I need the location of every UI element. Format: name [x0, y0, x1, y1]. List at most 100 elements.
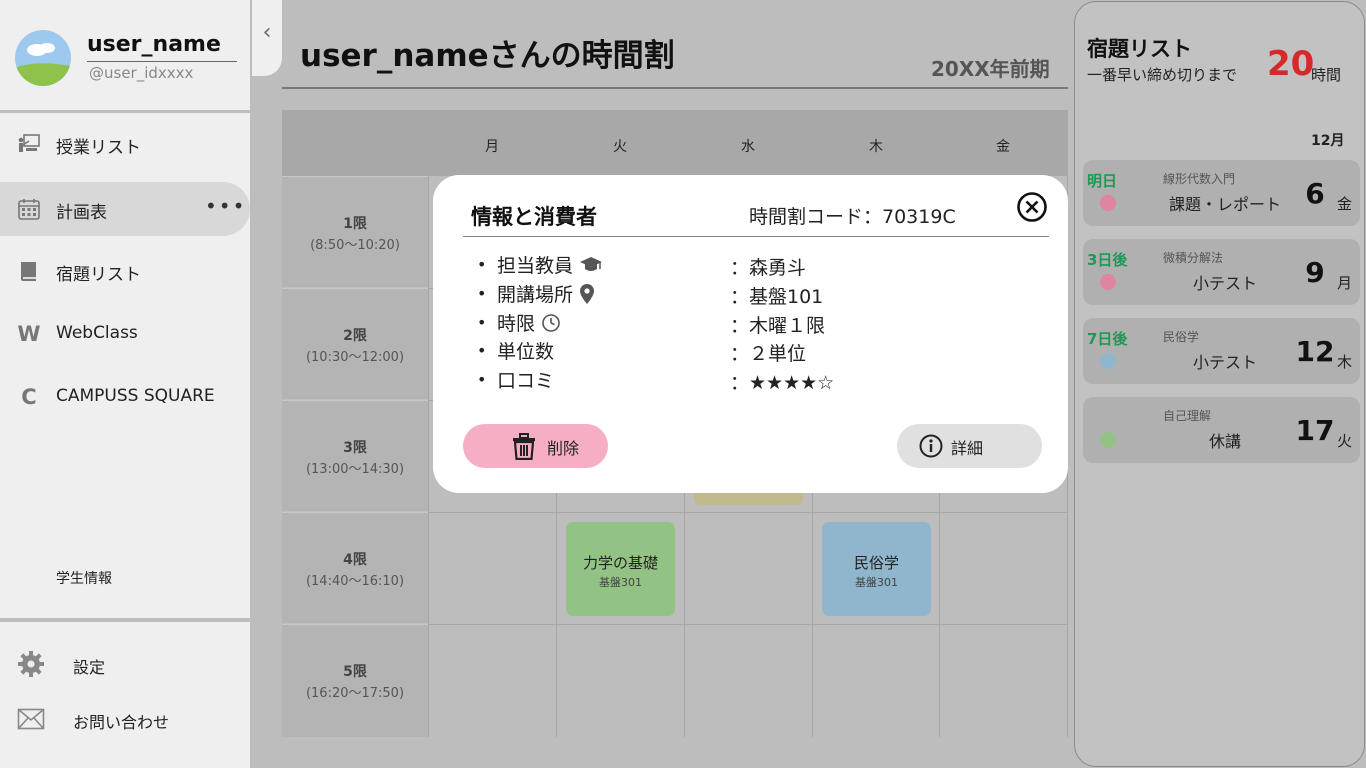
class-name: 民俗学	[853, 554, 899, 572]
book-icon	[17, 259, 41, 283]
period-cell: 2限 (10:30〜12:00)	[282, 288, 428, 399]
navigation-panel: 授業リスト 計画表 ••• 宿題リスト W WebClass C CAMPUSS…	[0, 113, 250, 618]
delete-button[interactable]: 削除	[463, 424, 608, 468]
homework-item[interactable]: 7日後 民俗学 小テスト 12 木	[1083, 318, 1360, 384]
w-letter-icon: W	[17, 322, 41, 346]
grid-line	[428, 176, 429, 737]
info-value: ：森勇斗	[730, 257, 807, 279]
contact-label: お問い合わせ	[73, 713, 170, 732]
bullet: •	[477, 341, 487, 360]
nav-item-planner[interactable]: 計画表 •••	[0, 182, 250, 236]
info-value: ：２単位	[730, 343, 807, 365]
homework-subject: 線形代数入門	[1163, 172, 1236, 186]
modal-title: 情報と消費者	[471, 205, 597, 229]
homework-item[interactable]: 3日後 微積分解法 小テスト 9 月	[1083, 239, 1360, 305]
clock-icon	[541, 313, 561, 333]
homework-subject: 微積分解法	[1163, 251, 1224, 265]
location-pin-icon	[579, 283, 595, 305]
class-info-modal: 情報と消費者 時間割コード：70319C • 担当教員 ：森勇斗 • 開講場所 …	[433, 175, 1068, 493]
period-name: 3限	[343, 440, 367, 456]
homework-task: 課題・レポート	[1168, 195, 1281, 214]
detail-label: 詳細	[951, 439, 984, 458]
day-label: 月	[485, 139, 499, 155]
nav-item-lecture-list[interactable]: 授業リスト	[0, 117, 250, 171]
contact-item[interactable]: お問い合わせ	[0, 695, 250, 739]
homework-due-day: 9	[1305, 256, 1325, 289]
nav-label: CAMPUSS SQUARE	[56, 386, 215, 406]
user-id: @user_idxxxx	[89, 64, 194, 82]
class-room: 基盤301	[599, 576, 642, 589]
subject-color-dot	[1100, 353, 1116, 369]
info-label: 担当教員	[497, 255, 574, 277]
nav-label: 宿題リスト	[56, 265, 141, 285]
nav-item-student-info[interactable]: 学生情報	[56, 568, 112, 588]
class-card[interactable]: 力学の基礎 基盤301	[566, 522, 675, 616]
info-row-reviews: • 口コミ	[477, 366, 554, 393]
collapse-sidebar-button[interactable]: ‹	[252, 0, 282, 76]
sidebar: user_name @user_idxxxx 授業リスト 計画表 ••• 宿題リ…	[0, 0, 252, 768]
close-icon[interactable]	[1016, 191, 1048, 223]
bullet: •	[477, 313, 487, 332]
deadline-caption: 一番早い締め切りまで	[1087, 66, 1238, 84]
profile-panel: user_name @user_idxxxx	[0, 0, 250, 110]
info-value: ：基盤101	[730, 286, 824, 308]
day-label: 木	[869, 139, 883, 155]
title-divider	[282, 87, 1068, 89]
gear-icon	[17, 650, 45, 678]
deadline-hours: 20	[1267, 44, 1315, 84]
period-cell: 5限 (16:20〜17:50)	[282, 624, 428, 737]
info-icon	[919, 434, 943, 462]
grid-line	[428, 624, 1068, 625]
deadline-hours-unit: 時間	[1311, 66, 1342, 84]
info-label: 時限	[497, 313, 536, 335]
homework-due-weekday: 火	[1337, 432, 1353, 450]
nav-item-webclass[interactable]: W WebClass	[0, 307, 250, 361]
info-value: ：木曜１限	[730, 315, 826, 337]
homework-item[interactable]: 自己理解 休講 17 火	[1083, 397, 1360, 463]
nav-item-homework-list[interactable]: 宿題リスト	[0, 244, 250, 298]
day-label: 火	[613, 139, 627, 155]
timetable-code: 時間割コード：70319C	[749, 206, 956, 228]
bottom-panel: 設定 お問い合わせ	[0, 622, 250, 768]
subject-color-dot	[1100, 195, 1116, 211]
month-label: 12月	[1311, 133, 1345, 149]
homework-due-weekday: 月	[1337, 274, 1353, 292]
info-label: 口コミ	[497, 370, 555, 392]
homework-due-weekday: 木	[1337, 353, 1353, 371]
user-name: user_name	[87, 32, 221, 57]
bullet: •	[477, 255, 487, 274]
detail-button[interactable]: 詳細	[897, 424, 1042, 468]
bullet: •	[477, 284, 487, 303]
period-name: 1限	[343, 216, 367, 232]
avatar[interactable]	[15, 30, 71, 86]
class-card[interactable]: 民俗学 基盤301	[822, 522, 931, 616]
c-letter-icon: C	[21, 385, 37, 409]
page-title: user_nameさんの時間割	[300, 38, 675, 74]
homework-panel: 宿題リスト 一番早い締め切りまで 20 時間 12月 明日 線形代数入門 課題・…	[1074, 1, 1365, 767]
info-label: 開講場所	[497, 284, 574, 306]
subject-color-dot	[1100, 274, 1116, 290]
period-cell: 4限 (14:40〜16:10)	[282, 512, 428, 623]
period-cell: 1限 (8:50〜10:20)	[282, 176, 428, 287]
homework-title: 宿題リスト	[1087, 37, 1192, 61]
nav-label: WebClass	[56, 323, 138, 343]
subject-color-dot	[1100, 432, 1116, 448]
homework-subject: 自己理解	[1163, 409, 1212, 423]
period-name: 2限	[343, 328, 367, 344]
homework-task: 休講	[1208, 432, 1241, 451]
period-time: (13:00〜14:30)	[305, 462, 405, 477]
info-row-period: • 時限	[477, 309, 561, 336]
grid-line	[428, 512, 1068, 513]
delete-label: 削除	[547, 439, 580, 458]
settings-item[interactable]: 設定	[0, 640, 250, 684]
period-time: (16:20〜17:50)	[305, 686, 405, 701]
modal-divider	[463, 236, 1049, 237]
more-options-icon[interactable]: •••	[205, 194, 246, 218]
info-row-credits: • 単位数	[477, 337, 554, 364]
nav-item-campus-square[interactable]: C CAMPUSS SQUARE	[0, 370, 250, 424]
homework-due-relative: 3日後	[1087, 251, 1128, 269]
homework-item[interactable]: 明日 線形代数入門 課題・レポート 6 金	[1083, 160, 1360, 226]
homework-due-relative: 7日後	[1087, 330, 1128, 348]
class-name: 力学の基礎	[582, 554, 658, 572]
period-cell: 3限 (13:00〜14:30)	[282, 400, 428, 511]
